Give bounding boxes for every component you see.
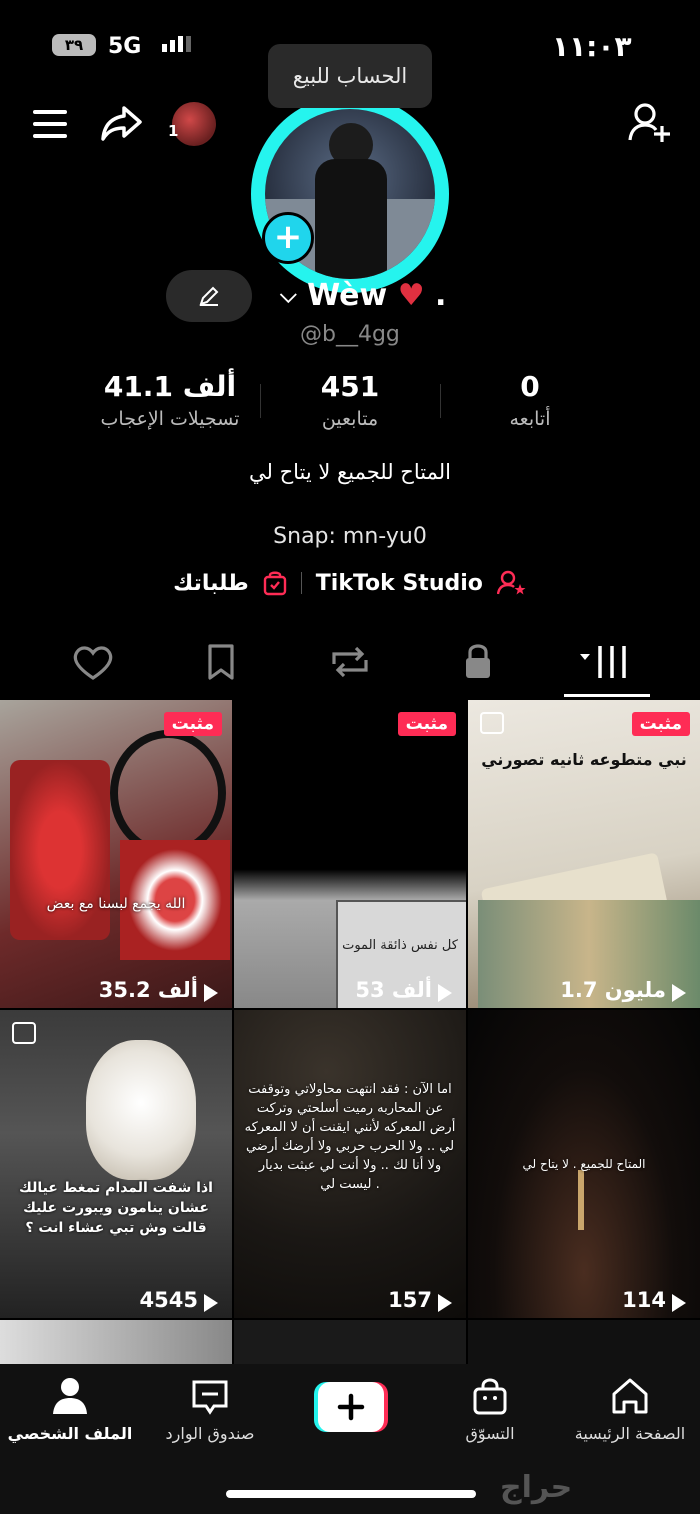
view-count-row: 1.7 مليون xyxy=(468,978,700,1002)
video-caption: نبي متطوعه ثانيه تصورني xyxy=(481,750,687,769)
shopping-bag-icon xyxy=(263,571,286,596)
followers-count[interactable]: 451 xyxy=(250,370,450,403)
play-icon xyxy=(204,983,218,1002)
video-caption: اذا شفت المدام تمغط عيالك عشان ينامون وي… xyxy=(19,1180,213,1236)
video-tile[interactable]: مثبت الله يجمع لبسنا مع بعض 35.2 ألف xyxy=(0,700,232,1008)
video-tile[interactable]: مثبت كل نفس ذائقة الموت 53 ألف xyxy=(234,700,466,1008)
video-tile[interactable]: اذا شفت المدام تمغط عيالك عشان ينامون وي… xyxy=(0,1010,232,1318)
view-count-row: 35.2 ألف xyxy=(0,978,232,1002)
nav-inbox[interactable]: صندوق الوارد xyxy=(140,1364,280,1443)
view-count-row: 53 ألف xyxy=(234,978,466,1002)
view-count-row: 114 xyxy=(468,1288,700,1312)
pinned-badge: مثبت xyxy=(397,712,456,736)
view-count: 4545 xyxy=(139,1288,198,1312)
bio: المتاح للجميع لا يتاح لي xyxy=(249,460,451,484)
video-tile[interactable]: مثبت نبي متطوعه ثانيه تصورني 1.7 مليون xyxy=(468,700,700,1008)
nav-profile[interactable]: الملف الشخصي xyxy=(0,1364,140,1443)
studio-link[interactable]: TikTok Studio xyxy=(316,571,483,596)
view-count: 114 xyxy=(622,1288,666,1312)
liked-icon[interactable] xyxy=(63,640,123,684)
view-count: 157 xyxy=(388,1288,432,1312)
heart-icon: ♥ xyxy=(397,278,425,313)
pencil-icon xyxy=(199,286,219,306)
watermark-logo: حراج xyxy=(500,1470,573,1505)
inbox-icon xyxy=(192,1380,228,1415)
link-divider xyxy=(300,572,302,594)
share-icon[interactable] xyxy=(100,104,144,144)
handle: @b__4gg xyxy=(300,322,400,347)
links-row: طلباتك TikTok Studio xyxy=(0,570,700,596)
status-time: ١١:٠٣ xyxy=(552,30,632,63)
videos-icon[interactable] xyxy=(576,640,636,684)
followers-label[interactable]: متابعين xyxy=(250,408,450,430)
video-tile[interactable]: اما الآن : فقد انتهت محاولاتي وتوقفت عن … xyxy=(234,1010,466,1318)
following-count[interactable]: 0 xyxy=(430,370,630,403)
nav-shop-label: التسوّق xyxy=(465,1424,515,1443)
likes-label: تسجيلات الإعجاب xyxy=(100,408,240,430)
play-icon xyxy=(672,983,686,1002)
following-label[interactable]: أتابعه xyxy=(430,408,630,430)
play-icon xyxy=(438,983,452,1002)
play-icon xyxy=(672,1293,686,1312)
create-button[interactable] xyxy=(314,1382,388,1432)
video-tile[interactable] xyxy=(468,1320,700,1364)
chevron-down-icon: ⌵ xyxy=(280,283,297,308)
studio-user-icon xyxy=(496,570,526,595)
nav-inbox-label: صندوق الوارد xyxy=(165,1424,255,1443)
favorites-icon[interactable] xyxy=(191,640,251,684)
multi-image-icon xyxy=(480,712,504,734)
video-tile[interactable] xyxy=(234,1320,466,1364)
snap-handle: Snap: mn-yu0 xyxy=(273,524,427,549)
network-type: 5G xyxy=(108,34,142,59)
view-count: 1.7 مليون xyxy=(560,978,666,1002)
video-caption: المتاح للجميع . لا يتاح لي xyxy=(522,1157,646,1171)
view-count-row: 4545 xyxy=(0,1288,232,1312)
edit-profile-button[interactable] xyxy=(166,270,252,322)
play-icon xyxy=(204,1293,218,1312)
shop-icon xyxy=(473,1378,507,1415)
nav-shop[interactable]: التسوّق xyxy=(420,1364,560,1443)
active-tab-indicator xyxy=(564,694,650,697)
likes-count: 41.1 ألف xyxy=(103,370,237,403)
video-caption: كل نفس ذائقة الموت xyxy=(342,938,458,953)
battery-indicator: ٣٩ xyxy=(52,34,96,56)
menu-icon[interactable] xyxy=(33,110,67,138)
home-indicator xyxy=(226,1490,476,1498)
private-icon[interactable] xyxy=(448,640,508,684)
for-sale-tooltip: الحساب للبيع xyxy=(268,44,432,108)
reposts-icon[interactable] xyxy=(320,640,380,684)
multi-image-icon xyxy=(12,1022,36,1044)
view-count-row: 157 xyxy=(234,1288,466,1312)
signal-icon xyxy=(162,36,191,52)
video-tile[interactable]: المتاح للجميع . لا يتاح لي 114 xyxy=(468,1010,700,1318)
avatar-count: 1 xyxy=(168,122,179,140)
display-name: Wèw xyxy=(307,278,388,313)
orders-link[interactable]: طلباتك xyxy=(173,571,249,596)
home-icon xyxy=(612,1378,648,1414)
play-icon xyxy=(438,1293,452,1312)
nav-profile-label: الملف الشخصي xyxy=(7,1424,133,1443)
video-caption: الله يجمع لبسنا مع بعض xyxy=(46,896,186,912)
nav-home[interactable]: الصفحة الرئيسية xyxy=(560,1364,700,1443)
pinned-badge: مثبت xyxy=(631,712,690,736)
small-avatar[interactable] xyxy=(172,102,216,146)
video-tile[interactable] xyxy=(0,1320,232,1364)
username-row[interactable]: ⌵ Wèw ♥ . xyxy=(280,278,446,313)
display-name-suffix: . xyxy=(435,278,447,313)
view-count: 53 ألف xyxy=(355,978,432,1002)
profile-icon xyxy=(53,1378,87,1414)
add-friend-icon[interactable] xyxy=(628,102,672,144)
add-story-button[interactable]: + xyxy=(262,212,314,264)
pinned-badge: مثبت xyxy=(163,712,222,736)
view-count: 35.2 ألف xyxy=(98,978,198,1002)
nav-home-label: الصفحة الرئيسية xyxy=(574,1424,686,1443)
video-caption: اما الآن : فقد انتهت محاولاتي وتوقفت عن … xyxy=(244,1082,456,1192)
